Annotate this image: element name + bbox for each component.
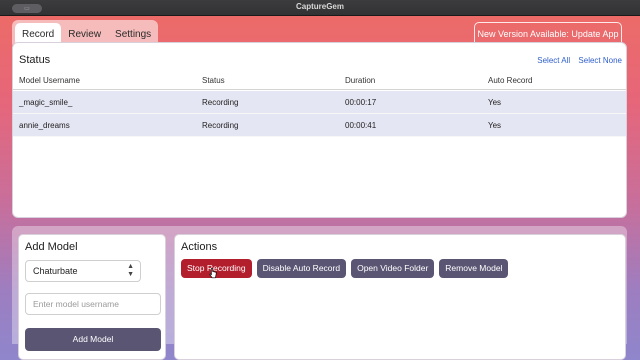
cell-username: _magic_smile_ xyxy=(19,98,73,107)
platform-select[interactable]: Chaturbate ▲ ▼ xyxy=(25,260,141,282)
column-header-status[interactable]: Status xyxy=(202,74,225,89)
pointer-cursor-icon xyxy=(209,267,217,279)
selection-links: Select All Select None xyxy=(531,56,622,65)
cell-auto-record: Yes xyxy=(488,121,502,130)
add-model-button[interactable]: Add Model xyxy=(25,328,161,351)
window-title: CaptureGem xyxy=(295,2,344,11)
cell-duration: 00:00:17 xyxy=(345,98,377,107)
actions-toolbar: Stop Recording Disable Auto Record Open … xyxy=(181,259,513,278)
table-row[interactable]: annie_dreams Recording 00:00:41 Yes xyxy=(13,114,626,137)
actions-heading: Actions xyxy=(181,241,218,253)
cell-status: Recording xyxy=(202,98,239,107)
column-header-auto-record[interactable]: Auto Record xyxy=(488,74,532,89)
model-username-input[interactable]: Enter model username xyxy=(25,293,161,315)
remove-model-button[interactable]: Remove Model xyxy=(439,259,509,278)
add-model-heading: Add Model xyxy=(25,241,78,253)
cell-auto-record: Yes xyxy=(488,98,502,107)
chevron-up-down-icon: ▲ ▼ xyxy=(127,263,134,278)
title-bar: ▭ CaptureGem xyxy=(0,0,640,16)
platform-select-value: Chaturbate xyxy=(33,266,78,276)
cell-status: Recording xyxy=(202,121,239,130)
cell-username: annie_dreams xyxy=(19,121,70,130)
column-header-username[interactable]: Model Username xyxy=(19,74,80,89)
open-video-folder-button[interactable]: Open Video Folder xyxy=(351,259,435,278)
status-panel: Status Select All Select None Model User… xyxy=(12,42,627,218)
add-model-panel: Add Model Chaturbate ▲ ▼ Enter model user… xyxy=(18,234,166,360)
table-header: Model Username Status Duration Auto Reco… xyxy=(13,74,626,90)
actions-panel: Actions Stop Recording Disable Auto Reco… xyxy=(174,234,626,360)
status-heading: Status xyxy=(19,54,51,66)
column-header-duration[interactable]: Duration xyxy=(345,74,375,89)
select-none-link[interactable]: Select None xyxy=(578,56,622,65)
table-row[interactable]: _magic_smile_ Recording 00:00:17 Yes xyxy=(13,91,626,114)
cell-duration: 00:00:41 xyxy=(345,121,377,130)
disable-auto-record-button[interactable]: Disable Auto Record xyxy=(256,259,347,278)
select-all-link[interactable]: Select All xyxy=(537,56,570,65)
